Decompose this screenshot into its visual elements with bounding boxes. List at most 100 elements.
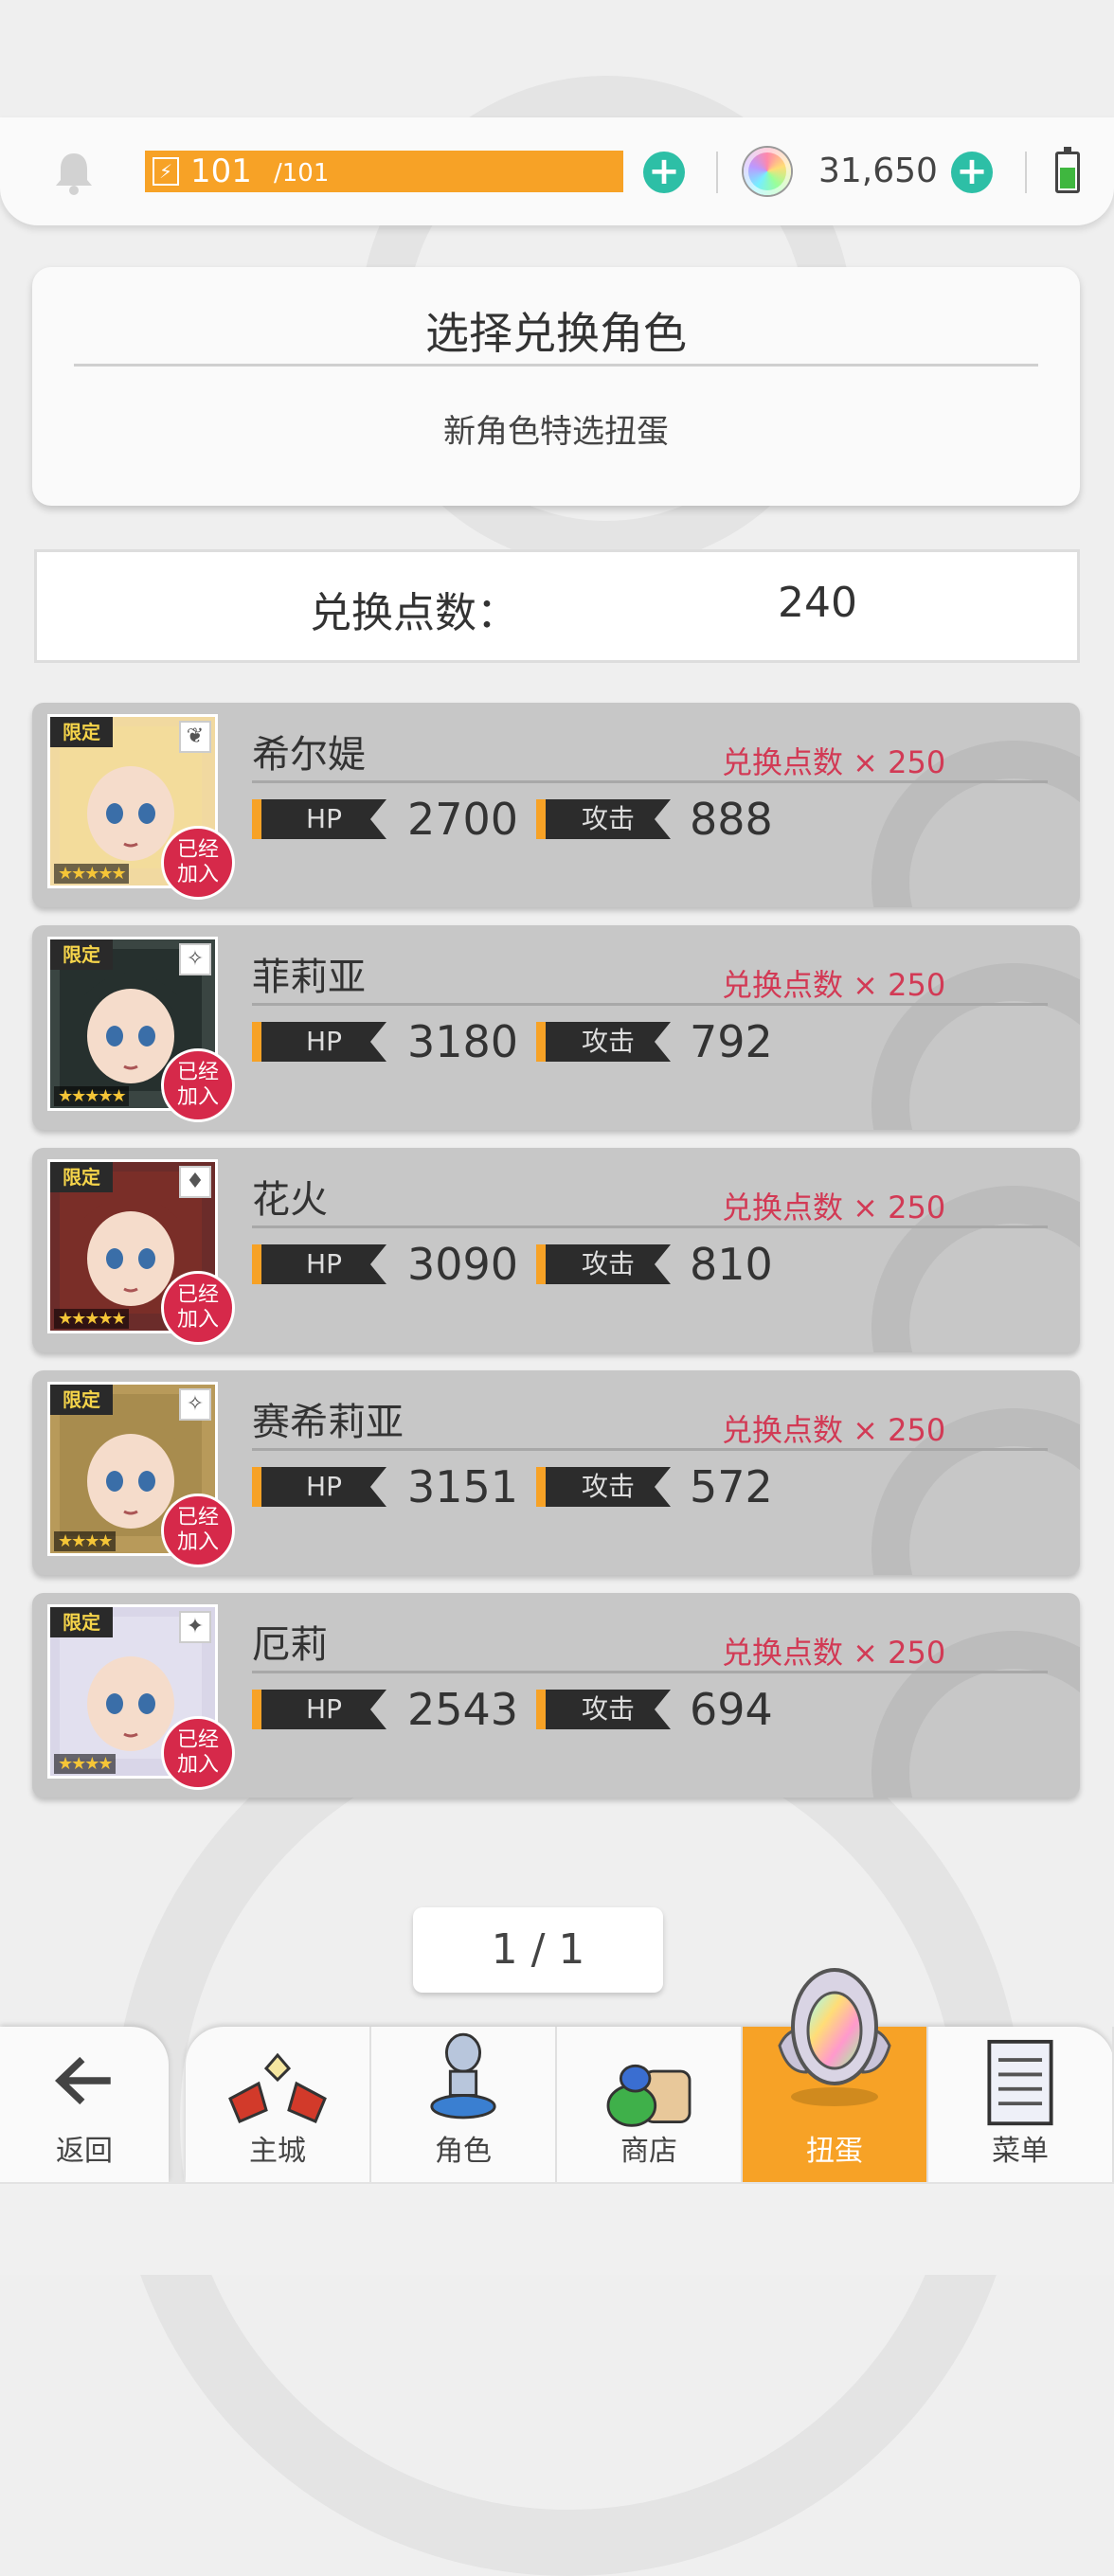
exchange-cost: 兑换点数 × 250 [722, 1635, 946, 1671]
character-list: 限定 ❦ ★★★★★ 已经 加入 希尔媞 兑换点数 × 250 HP 2700 … [32, 703, 1082, 1816]
page-title: 选择兑换角色 [425, 308, 687, 359]
leaf-icon: ❦ [179, 721, 211, 753]
sparkle-icon: ✧ [179, 943, 211, 975]
nav-tabs: 主城 角色 商店 扭蛋 菜单 [186, 1968, 1114, 2182]
attack-tag: 攻击 [536, 1467, 671, 1507]
rarity-stars: ★★★★★ [54, 1086, 129, 1106]
nav-tab-character[interactable]: 角色 [371, 2027, 557, 2182]
title-divider [74, 364, 1038, 367]
limited-tag: 限定 [50, 1162, 113, 1192]
rarity-stars: ★★★★ [54, 1531, 116, 1551]
attack-value: 792 [690, 1016, 773, 1067]
name-underline [252, 1003, 1048, 1006]
nav-tab-gacha[interactable]: 扭蛋 [743, 1968, 928, 2182]
menu-icon [983, 2038, 1057, 2133]
attack-tag: 攻击 [536, 1690, 671, 1729]
exchange-cost: 兑换点数 × 250 [722, 967, 946, 1003]
attack-tag: 攻击 [536, 799, 671, 839]
character-card[interactable]: 限定 ❦ ★★★★★ 已经 加入 希尔媞 兑换点数 × 250 HP 2700 … [32, 703, 1080, 907]
limited-tag: 限定 [50, 717, 113, 747]
character-card[interactable]: 限定 ✧ ★★★★ 已经 加入 赛希莉亚 兑换点数 × 250 HP 3151 … [32, 1370, 1080, 1575]
sparkle-icon: ✧ [179, 1388, 211, 1421]
character-card[interactable]: 限定 ♦ ★★★★★ 已经 加入 花火 兑换点数 × 250 HP 3090 攻… [32, 1148, 1080, 1352]
lightning-icon: ⚡ [153, 157, 179, 186]
rarity-stars: ★★★★★ [54, 864, 129, 884]
rainbow-gem-icon [744, 148, 791, 195]
rarity-stars: ★★★★★ [54, 1309, 129, 1329]
bottom-navigation: 返回 主城 角色 商店 扭蛋 菜单 [0, 1968, 1114, 2182]
hp-value: 2700 [407, 794, 519, 845]
divider [716, 152, 718, 193]
hp-tag: HP [252, 1022, 386, 1062]
exchange-cost: 兑换点数 × 250 [722, 1190, 946, 1225]
energy-max: /101 [274, 159, 330, 188]
joined-badge-line1: 已经 [176, 838, 219, 862]
joined-badge-line2: 加入 [176, 1753, 219, 1777]
nav-label: 商店 [620, 2135, 677, 2168]
add-gems-button[interactable]: + [951, 152, 993, 193]
page-indicator[interactable]: 1 / 1 [413, 1907, 663, 1993]
back-button[interactable]: 返回 [0, 2027, 169, 2182]
gem-count: 31,650 [818, 152, 938, 190]
joined-badge-line1: 已经 [176, 1283, 219, 1307]
exchange-points-box: 兑换点数： 240 [34, 549, 1080, 663]
exchange-cost: 兑换点数 × 250 [722, 1412, 946, 1448]
attack-value: 572 [690, 1461, 773, 1512]
castle-icon [221, 2051, 334, 2131]
back-arrow-icon [54, 2056, 111, 2105]
joined-badge: 已经 加入 [161, 1048, 235, 1122]
bell-icon[interactable] [53, 150, 95, 195]
hp-tag: HP [252, 1467, 386, 1507]
joined-badge-line1: 已经 [176, 1061, 219, 1084]
energy-bar: ⚡ 101 /101 [145, 151, 623, 192]
hp-value: 3151 [407, 1461, 519, 1512]
name-underline [252, 1225, 1048, 1228]
add-energy-button[interactable]: + [643, 152, 685, 193]
nav-tab-menu[interactable]: 菜单 [928, 2027, 1114, 2182]
attack-tag: 攻击 [536, 1022, 671, 1062]
exchange-points-value: 240 [778, 579, 857, 627]
nav-label: 角色 [435, 2135, 492, 2168]
joined-badge-line1: 已经 [176, 1728, 219, 1752]
hp-value: 3180 [407, 1016, 519, 1067]
joined-badge: 已经 加入 [161, 1494, 235, 1567]
nav-tab-shop[interactable]: 商店 [557, 2027, 743, 2182]
page-subtitle: 新角色特选扭蛋 [443, 413, 669, 451]
character-name: 希尔媞 [252, 733, 366, 777]
dark-star-icon: ✦ [179, 1611, 211, 1643]
nav-label: 菜单 [992, 2135, 1049, 2168]
character-card[interactable]: 限定 ✦ ★★★★ 已经 加入 厄莉 兑换点数 × 250 HP 2543 攻击… [32, 1593, 1080, 1798]
joined-badge: 已经 加入 [161, 1271, 235, 1345]
hp-tag: HP [252, 799, 386, 839]
hp-value: 3090 [407, 1239, 519, 1290]
joined-badge-line2: 加入 [176, 1530, 219, 1554]
gacha-icon [768, 1959, 901, 2114]
battery-icon [1055, 147, 1080, 193]
hp-tag: HP [252, 1244, 386, 1284]
character-name: 赛希莉亚 [252, 1401, 404, 1444]
hp-value: 2543 [407, 1684, 519, 1735]
attack-tag: 攻击 [536, 1244, 671, 1284]
character-card[interactable]: 限定 ✧ ★★★★★ 已经 加入 菲莉亚 兑换点数 × 250 HP 3180 … [32, 925, 1080, 1130]
limited-tag: 限定 [50, 1607, 113, 1637]
battery-fill [1060, 168, 1075, 188]
back-label: 返回 [56, 2135, 113, 2168]
nav-label: 扭蛋 [806, 2135, 863, 2168]
name-underline [252, 1448, 1048, 1451]
character-name: 菲莉亚 [252, 956, 366, 999]
exchange-cost: 兑换点数 × 250 [722, 744, 946, 780]
nav-tab-castle[interactable]: 主城 [186, 2027, 371, 2182]
nav-label: 主城 [249, 2135, 306, 2168]
name-underline [252, 1671, 1048, 1673]
joined-badge: 已经 加入 [161, 826, 235, 900]
name-underline [252, 780, 1048, 783]
exchange-points-label: 兑换点数： [310, 589, 518, 637]
diamond-icon: ♦ [179, 1166, 211, 1198]
joined-badge: 已经 加入 [161, 1716, 235, 1790]
divider [1025, 152, 1027, 193]
character-icon [426, 2030, 500, 2127]
joined-badge-line2: 加入 [176, 863, 219, 886]
attack-value: 810 [690, 1239, 773, 1290]
attack-value: 888 [690, 794, 773, 845]
rarity-stars: ★★★★ [54, 1754, 116, 1774]
